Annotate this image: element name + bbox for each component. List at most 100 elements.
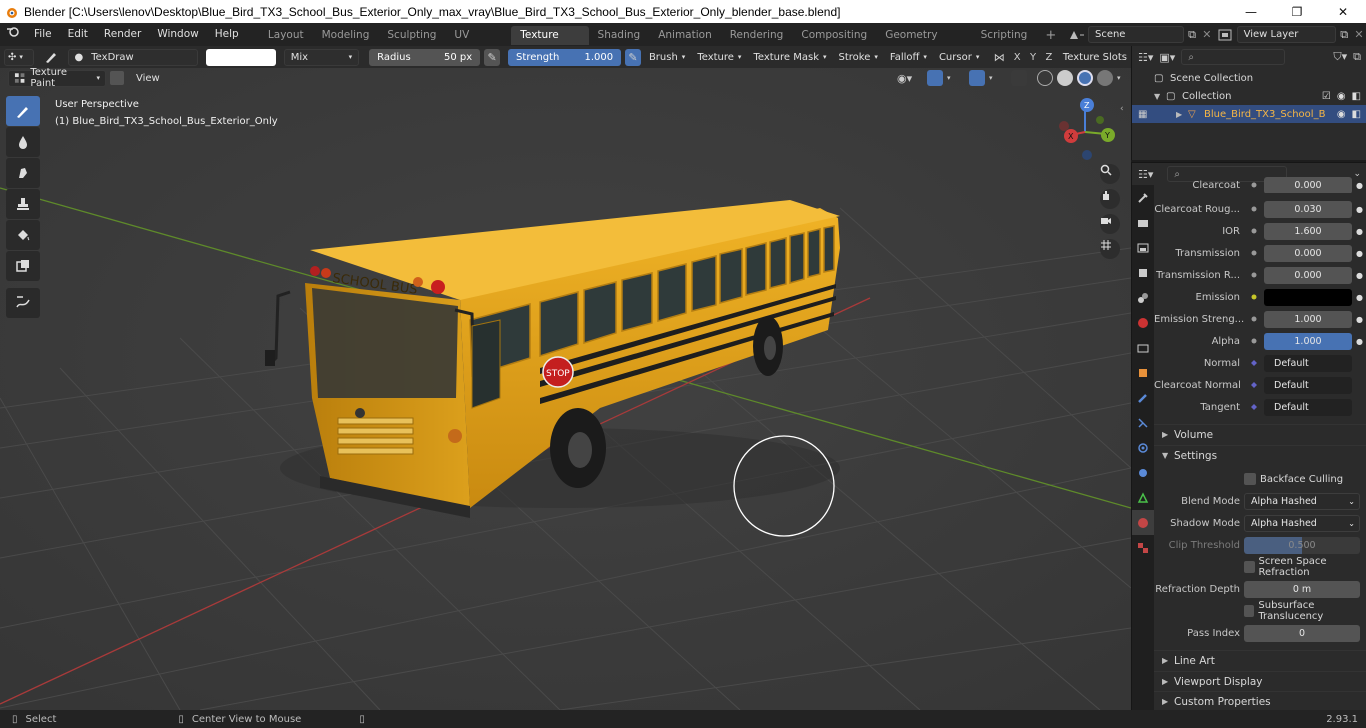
properties-editor-type-icon[interactable]: ☷▾ xyxy=(1138,168,1153,181)
mirror-y-button[interactable]: Y xyxy=(1027,49,1039,66)
keyframe-dot-icon[interactable]: ● xyxy=(1352,227,1366,236)
xray-toggle-icon[interactable] xyxy=(1011,70,1027,86)
mirror-x-button[interactable]: X xyxy=(1011,49,1023,66)
keyframe-dot-icon[interactable]: ● xyxy=(1352,271,1366,280)
data-properties-icon[interactable] xyxy=(1132,485,1154,510)
refraction-depth-field[interactable]: 0 m xyxy=(1244,581,1360,598)
collection-camera-icon[interactable]: ◧ xyxy=(1352,91,1361,102)
new-view-layer-icon[interactable]: ⧉ xyxy=(1336,26,1352,43)
gizmo-toggle-icon[interactable] xyxy=(927,70,943,86)
collection-checkbox-icon[interactable]: ☑ xyxy=(1322,91,1331,102)
menu-window[interactable]: Window xyxy=(149,23,206,46)
minimize-button[interactable]: — xyxy=(1228,0,1274,23)
view-layer-selector-icon[interactable] xyxy=(1214,26,1237,43)
tab-scripting[interactable]: Scripting xyxy=(972,26,1037,45)
overlay-menu-icon[interactable]: ▾ xyxy=(989,74,1001,82)
keyframe-dot-icon[interactable]: ● xyxy=(1352,315,1366,324)
brush-color-swatch[interactable] xyxy=(206,48,276,66)
socket-dot-icon[interactable] xyxy=(1244,228,1264,234)
socket-dot-icon[interactable] xyxy=(1244,272,1264,278)
emission-strength-value[interactable]: 1.000 xyxy=(1264,310,1352,328)
outliner-search-input[interactable]: ⌕ xyxy=(1181,49,1286,65)
clearcoat-roughness-value[interactable]: 0.030 xyxy=(1264,200,1352,218)
ior-value[interactable]: 1.600 xyxy=(1264,222,1352,240)
view-layer-name-field[interactable]: View Layer xyxy=(1236,26,1337,43)
expand-arrow-icon[interactable]: ▶ xyxy=(1176,110,1188,119)
keyframe-dot-icon[interactable]: ● xyxy=(1352,337,1366,346)
socket-dot-icon[interactable] xyxy=(1244,182,1264,188)
settings-section-header[interactable]: ▼ Settings xyxy=(1154,445,1366,465)
paint-mask-icon[interactable] xyxy=(110,71,124,85)
clearcoat-normal-value[interactable]: Default xyxy=(1264,376,1352,394)
scene-selector-icon[interactable] xyxy=(1065,26,1088,43)
remove-scene-icon[interactable]: ✕ xyxy=(1200,26,1214,43)
blend-mode-dropdown[interactable]: Alpha Hashed ⌄ xyxy=(1244,493,1360,510)
transmission-value[interactable]: 0.000 xyxy=(1264,244,1352,262)
clearcoat-value[interactable]: 0.000 xyxy=(1264,177,1352,193)
output-properties-icon[interactable] xyxy=(1132,235,1154,260)
texture-menu[interactable]: Texture ▾ xyxy=(693,49,745,66)
tab-shading[interactable]: Shading xyxy=(589,26,650,45)
3d-viewport[interactable]: SCHOOL BUS STOP Z Y X User Perspective (… xyxy=(0,68,1131,710)
remove-view-layer-icon[interactable]: ✕ xyxy=(1352,26,1366,43)
tab-modeling[interactable]: Modeling xyxy=(313,26,379,45)
expand-arrow-icon[interactable]: ▼ xyxy=(1154,92,1166,101)
pass-index-field[interactable]: 0 xyxy=(1244,625,1360,642)
subsurface-translucency-checkbox[interactable]: Subsurface Translucency xyxy=(1244,600,1366,622)
mode-dropdown[interactable]: Texture Paint ▾ xyxy=(8,67,106,89)
tab-sculpting[interactable]: Sculpting xyxy=(378,26,445,45)
blend-mode-dropdown[interactable]: Mix ▾ xyxy=(283,48,360,66)
view-layer-properties-icon[interactable] xyxy=(1132,260,1154,285)
radius-pressure-icon[interactable]: ✎ xyxy=(484,48,501,66)
camera-view-icon[interactable] xyxy=(1100,214,1120,234)
strength-slider[interactable]: Strength 1.000 xyxy=(508,48,622,66)
falloff-menu[interactable]: Falloff ▾ xyxy=(886,49,931,66)
keyframe-dot-icon[interactable]: ● xyxy=(1352,205,1366,214)
outliner-editor-type-icon[interactable]: ☷▾ xyxy=(1138,51,1153,64)
normal-value[interactable]: Default xyxy=(1264,354,1352,372)
shading-menu-icon[interactable]: ▾ xyxy=(1117,74,1131,82)
stroke-menu[interactable]: Stroke ▾ xyxy=(835,49,882,66)
brush-name-field[interactable]: ● TexDraw xyxy=(67,48,199,66)
backface-culling-checkbox[interactable]: Backface Culling xyxy=(1244,468,1343,490)
transmission-roughness-value[interactable]: 0.000 xyxy=(1264,266,1352,284)
viewport-display-section-header[interactable]: ▶ Viewport Display xyxy=(1154,671,1366,691)
tab-rendering[interactable]: Rendering xyxy=(721,26,793,45)
render-properties-icon[interactable] xyxy=(1132,210,1154,235)
tab-geometry-nodes[interactable]: Geometry Nodes xyxy=(876,26,971,60)
collection-eye-icon[interactable]: ◉ xyxy=(1337,91,1346,102)
shading-wireframe-icon[interactable] xyxy=(1037,70,1053,86)
strength-pressure-icon[interactable]: ✎ xyxy=(625,48,641,66)
world-properties-icon[interactable] xyxy=(1132,310,1154,335)
gizmo-menu-icon[interactable]: ▾ xyxy=(947,74,959,82)
shading-material-icon[interactable] xyxy=(1077,70,1093,86)
add-workspace-button[interactable]: + xyxy=(1036,26,1065,45)
mask-tool-icon[interactable] xyxy=(6,251,40,281)
scene-name-field[interactable]: Scene xyxy=(1087,26,1185,43)
menu-edit[interactable]: Edit xyxy=(60,23,96,46)
menu-help[interactable]: Help xyxy=(207,23,247,46)
outliner-collection[interactable]: ▼ ▢ Collection ☑ ◉ ◧ xyxy=(1132,87,1366,105)
tool-properties-icon[interactable] xyxy=(1132,185,1154,210)
constraint-properties-icon[interactable] xyxy=(1132,460,1154,485)
fill-bucket-tool-icon[interactable] xyxy=(6,220,40,250)
filter-icon[interactable]: ⛉▾ xyxy=(1333,50,1347,64)
visibility-icon[interactable]: ◉▾ xyxy=(897,72,923,85)
custom-properties-section-header[interactable]: ▶ Custom Properties xyxy=(1154,691,1366,711)
emission-color-swatch[interactable] xyxy=(1264,288,1352,306)
shading-solid-icon[interactable] xyxy=(1057,70,1073,86)
mirror-z-button[interactable]: Z xyxy=(1043,49,1055,66)
maximize-button[interactable]: ❐ xyxy=(1274,0,1320,23)
view-menu[interactable]: View xyxy=(128,73,168,84)
menu-file[interactable]: File xyxy=(26,23,60,46)
volume-section-header[interactable]: ▶ Volume xyxy=(1154,424,1366,444)
physics-properties-icon[interactable] xyxy=(1132,435,1154,460)
clone-stamp-tool-icon[interactable] xyxy=(6,189,40,219)
annotate-tool-icon[interactable] xyxy=(6,288,40,318)
texture-mask-menu[interactable]: Texture Mask ▾ xyxy=(749,49,830,66)
socket-dot-icon[interactable] xyxy=(1244,206,1264,212)
keyframe-dot-icon[interactable]: ● xyxy=(1352,293,1366,302)
tab-animation[interactable]: Animation xyxy=(649,26,721,45)
blender-menu-icon[interactable] xyxy=(0,23,26,46)
shadow-mode-dropdown[interactable]: Alpha Hashed ⌄ xyxy=(1244,515,1360,532)
